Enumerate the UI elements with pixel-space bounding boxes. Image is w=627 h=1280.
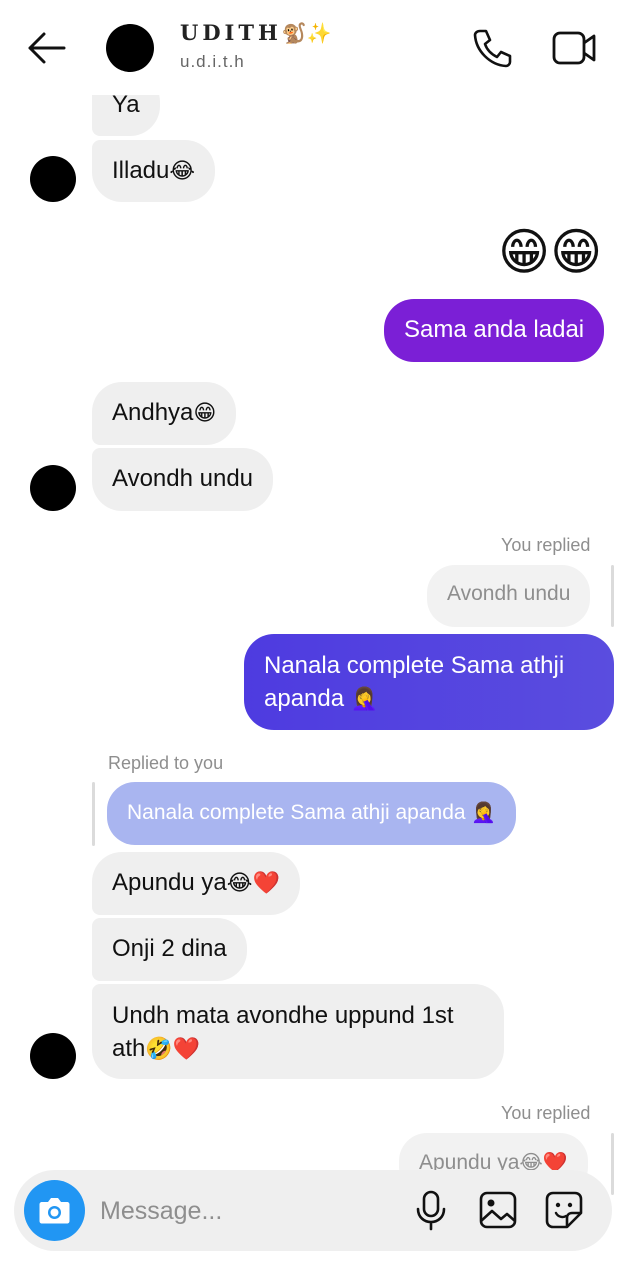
chat-header: UDITH🐒✨ u.d.i.t.h — [0, 0, 627, 95]
reply-quote-bar — [611, 1133, 614, 1195]
message-text: Nanala complete Sama athji apanda — [264, 652, 565, 712]
reply-quote-bar — [611, 565, 614, 627]
incoming-message[interactable]: Illadu😂 — [92, 140, 216, 202]
reply-label: You replied — [501, 535, 591, 555]
video-call-icon[interactable] — [550, 26, 598, 70]
laughing-emoji: 😂 — [169, 158, 196, 183]
rofl-heart-emoji: 🤣❤️ — [145, 1036, 201, 1061]
message-text: Sama anda ladai — [404, 316, 585, 343]
grinning-emoji: 😁 — [193, 400, 217, 425]
incoming-message[interactable]: Andhya😁 — [92, 382, 237, 445]
camera-button[interactable] — [24, 1180, 85, 1241]
reply-label: Replied to you — [108, 753, 224, 773]
facepalm-emoji: 🤦‍♀️ — [471, 802, 497, 824]
sticker-icon[interactable] — [543, 1189, 585, 1231]
gallery-icon[interactable] — [477, 1189, 519, 1231]
message-text: Andhya — [112, 399, 194, 426]
outgoing-message[interactable]: Nanala complete Sama athji apanda 🤦‍♀️ — [244, 634, 614, 730]
message-text: Onji 2 dina — [112, 935, 227, 962]
message-composer — [14, 1170, 612, 1251]
avatar[interactable] — [30, 156, 76, 202]
reply-label: You replied — [501, 1103, 591, 1123]
message-input[interactable] — [98, 1184, 402, 1238]
message-text: Illadu — [112, 157, 170, 184]
facepalm-emoji: 🤦‍♀️ — [350, 686, 379, 711]
camera-icon — [39, 1198, 70, 1224]
reply-quote[interactable]: Avondh undu — [427, 565, 591, 627]
avatar[interactable] — [30, 465, 76, 511]
reply-quote-text: Nanala complete Sama athji apanda — [127, 801, 466, 824]
reply-quote-text: Avondh undu — [447, 582, 571, 605]
incoming-message[interactable]: Undh mata avondhe uppund 1st ath🤣❤️ — [92, 984, 504, 1079]
incoming-message[interactable]: Onji 2 dina — [92, 918, 247, 981]
message-text: Apundu ya — [112, 869, 227, 896]
contact-name-emoji: 🐒✨ — [281, 21, 332, 45]
reply-quote[interactable]: Nanala complete Sama athji apanda 🤦‍♀️ — [107, 782, 517, 845]
contact-username: u.d.i.t.h — [180, 52, 245, 71]
contact-name-text: UDITH — [180, 20, 282, 45]
phone-icon[interactable] — [470, 26, 514, 70]
avatar[interactable] — [30, 1033, 76, 1079]
grinning-emoji[interactable]: 😁😁 — [498, 222, 602, 282]
outgoing-message[interactable]: Sama anda ladai — [384, 299, 605, 362]
avatar[interactable] — [106, 24, 154, 72]
incoming-message[interactable]: Apundu ya😂❤️ — [92, 852, 300, 915]
message-text: Avondh undu — [112, 465, 254, 492]
message-text: Ya — [112, 91, 140, 118]
back-arrow-icon[interactable] — [26, 30, 66, 66]
incoming-message[interactable]: Avondh undu — [92, 448, 274, 511]
reply-quote-bar — [92, 782, 95, 846]
microphone-icon[interactable] — [410, 1189, 452, 1231]
laughing-heart-emoji: 😂❤️ — [226, 870, 280, 895]
contact-name[interactable]: UDITH🐒✨ — [180, 20, 332, 45]
